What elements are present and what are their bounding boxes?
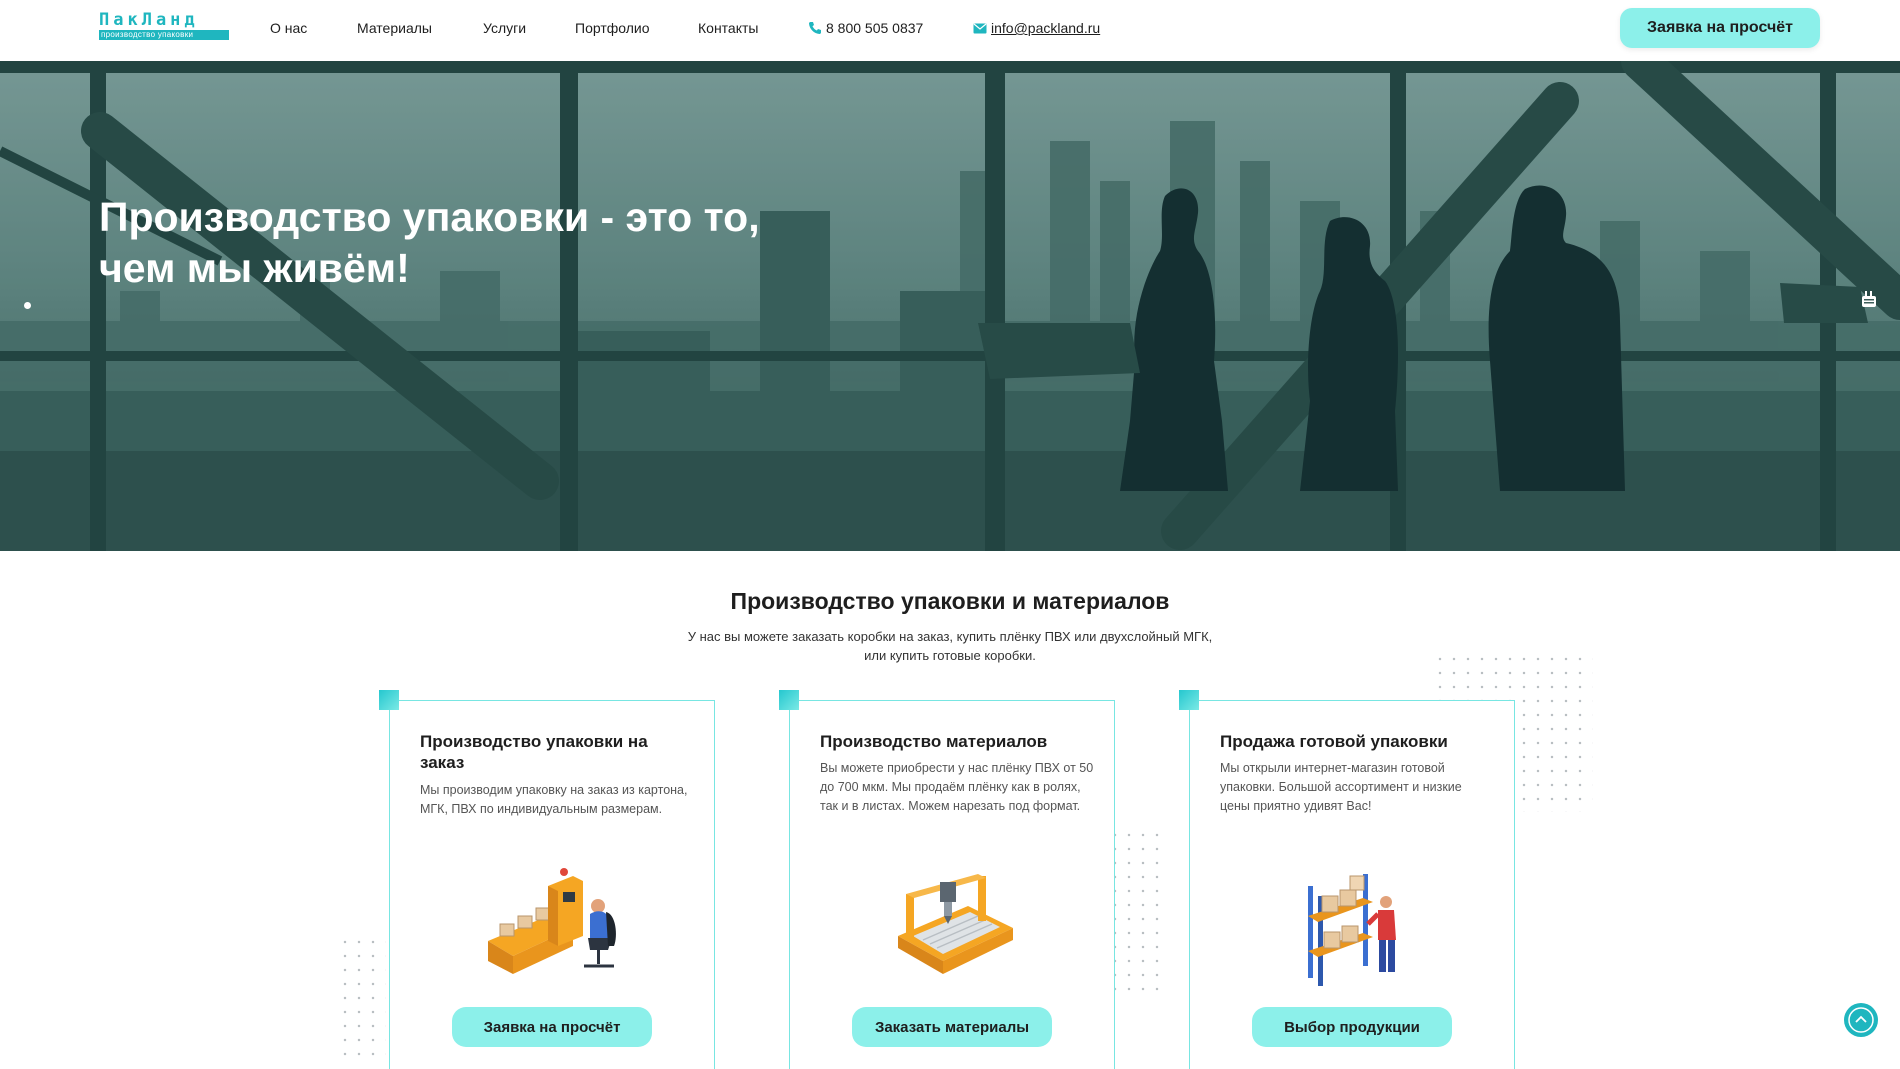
hero-banner: Производство упаковки - это то, чем мы ж… [0,61,1900,551]
nav-item-contacts[interactable]: Контакты [698,20,758,36]
hero-background-image [0,61,1900,551]
header-phone[interactable]: 8 800 505 0837 [808,20,923,36]
header-email[interactable]: info@packland.ru [973,20,1100,36]
card-text: Вы можете приобрести у нас плёнку ПВХ от… [820,761,1094,813]
slider-dot[interactable] [24,302,31,309]
packaging-machine-illustration [488,868,616,974]
decorative-dots [1108,828,1168,993]
card-text: Мы открыли интернет-магазин готовой упак… [1220,761,1462,813]
section-subtitle-line-1: У нас вы можете заказать коробки на зака… [687,629,1213,644]
request-quote-card-button[interactable]: Заявка на просчёт [452,1007,652,1047]
email-link[interactable]: info@packland.ru [991,20,1100,36]
nav-link-about[interactable]: О нас [270,20,307,36]
nav-item-materials[interactable]: Материалы [357,20,432,36]
card-corner-accent [779,690,799,710]
scroll-to-top-button[interactable] [1844,1003,1878,1037]
section-subtitle: У нас вы можете заказать коробки на зака… [650,627,1250,665]
nav-item-about[interactable]: О нас [270,20,307,36]
logo-subtitle: производство упаковки [99,30,229,40]
nav-link-materials[interactable]: Материалы [357,20,432,36]
choose-products-button[interactable]: Выбор продукции [1252,1007,1452,1047]
nav-link-portfolio[interactable]: Портфолио [575,20,650,36]
logo-title: ПакЛанд [99,10,199,30]
card-title: Производство материалов [820,732,1048,751]
card-corner-accent [1179,690,1199,710]
youtube-icon[interactable] [1862,291,1876,307]
service-card-materials: Производство материалов Вы можете приобр… [779,690,1115,1069]
decorative-dots [338,935,386,1065]
phone-number: 8 800 505 0837 [826,20,924,36]
nav-item-services[interactable]: Услуги [483,20,526,36]
service-card-ready-packaging: Продажа готовой упаковки Мы открыли инте… [1179,690,1515,1069]
nav-link-contacts[interactable]: Контакты [698,20,758,36]
cnc-machine-illustration [898,874,1013,974]
warehouse-shelf-illustration [1308,874,1396,986]
card-title: Продажа готовой упаковки [1220,732,1448,751]
request-quote-button[interactable]: Заявка на просчёт [1620,8,1820,48]
card-text: Мы производим упаковку на заказ из карто… [420,783,688,816]
logo[interactable]: ПакЛанд производство упаковки [99,11,229,40]
site-header: ПакЛанд производство упаковки О нас Мате… [0,0,1900,61]
order-materials-button[interactable]: Заказать материалы [852,1007,1052,1047]
phone-icon [809,22,821,34]
arrow-up-icon [1848,1007,1874,1033]
section-title: Производство упаковки и материалов [730,588,1170,614]
section-subtitle-line-2: или купить готовые коробки. [864,648,1036,663]
service-card-custom-packaging: Производство упаковки на заказ Мы произв… [379,690,715,1069]
mail-icon [973,23,987,33]
card-title: Производство упаковки на заказ [420,732,648,772]
nav-item-portfolio[interactable]: Портфолио [575,20,650,36]
hero-title: Производство упаковки - это то, чем мы ж… [99,194,760,291]
card-corner-accent [379,690,399,710]
nav-link-services[interactable]: Услуги [483,20,526,36]
